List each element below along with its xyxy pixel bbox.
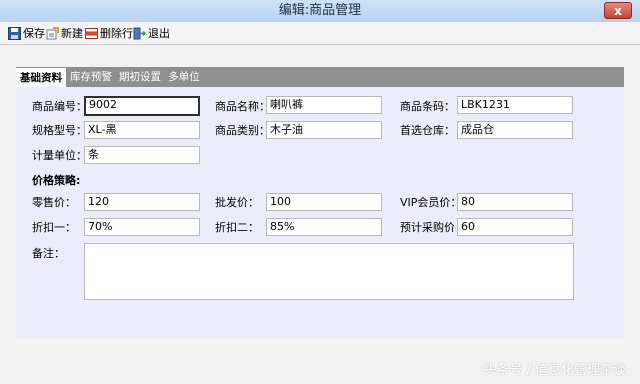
basic-info-panel: 商品编号： 9002 商品名称： 喇叭裤 商品条码： LBK1231 规格型号：… (16, 87, 624, 337)
tab-stock-warning[interactable]: 库存预警 (66, 67, 116, 87)
preferred-warehouse-label: 首选仓库： (400, 124, 455, 137)
retail-price-input[interactable]: 120 (84, 193, 200, 211)
tab-basic-info[interactable]: 基础资料 (16, 68, 66, 88)
discount-two-input[interactable]: 85% (266, 218, 382, 236)
price-strategy-heading: 价格策略: (32, 174, 81, 187)
product-barcode-input[interactable]: LBK1231 (457, 96, 573, 114)
product-code-input[interactable]: 9002 (84, 96, 200, 116)
close-button[interactable]: x (604, 2, 632, 19)
unit-input[interactable]: 条 (84, 146, 200, 164)
delete-row-icon (85, 27, 98, 39)
product-name-input[interactable]: 喇叭裤 (266, 96, 382, 114)
wholesale-price-input[interactable]: 100 (266, 193, 382, 211)
retail-price-label: 零售价： (32, 196, 76, 209)
watermark-text: 头条号 / 信息化管理杂谈 (483, 363, 626, 378)
exit-button[interactable]: 退出 (133, 24, 170, 42)
delete-row-label: 删除行 (100, 27, 133, 40)
vip-price-label: VIP会员价： (400, 196, 462, 209)
exit-icon (133, 27, 146, 39)
window-title: 编辑:商品管理 (278, 3, 362, 18)
product-code-label: 商品编号： (32, 100, 87, 113)
delete-row-button[interactable]: 删除行 (85, 24, 133, 42)
discount-one-input[interactable]: 70% (84, 218, 200, 236)
product-category-input[interactable]: 木子油 (266, 121, 382, 139)
discount-two-label: 折扣二： (215, 221, 259, 234)
tab-bar: 基础资料 库存预警 期初设置 多单位 (16, 67, 624, 88)
product-barcode-label: 商品条码： (400, 100, 455, 113)
save-label: 保存 (23, 27, 45, 40)
vip-price-input[interactable]: 80 (457, 193, 573, 211)
close-icon: x (614, 4, 622, 18)
toolbar: 保存 新建 删除行 退出 (0, 22, 640, 45)
product-category-label: 商品类别： (215, 124, 270, 137)
discount-one-label: 折扣一： (32, 221, 76, 234)
title-bar: 编辑:商品管理 x (0, 0, 640, 22)
spec-model-label: 规格型号： (32, 124, 87, 137)
purchase-price-input[interactable]: 60 (457, 218, 573, 236)
content-area: 基础资料 库存预警 期初设置 多单位 商品编号： 9002 商品名称： 喇叭裤 … (0, 45, 640, 384)
tab-initial-settings[interactable]: 期初设置 (116, 67, 164, 87)
edit-window: 编辑:商品管理 x 保存 新建 删除行 退出 基础资料 库存预警 期初设置 多单… (0, 0, 640, 384)
tab-multi-unit[interactable]: 多单位 (164, 67, 204, 87)
unit-label: 计量单位： (32, 149, 87, 162)
preferred-warehouse-input[interactable]: 成品仓 (457, 121, 573, 139)
remark-textarea[interactable] (84, 243, 574, 300)
new-button[interactable]: 新建 (46, 24, 83, 42)
new-doc-icon (46, 26, 59, 39)
exit-label: 退出 (148, 27, 170, 40)
save-button[interactable]: 保存 (8, 24, 45, 42)
remark-label: 备注： (32, 247, 65, 260)
wholesale-price-label: 批发价： (215, 196, 259, 209)
save-icon (8, 26, 21, 40)
product-name-label: 商品名称： (215, 100, 270, 113)
new-label: 新建 (61, 27, 83, 40)
spec-model-input[interactable]: XL-黑 (84, 121, 200, 139)
